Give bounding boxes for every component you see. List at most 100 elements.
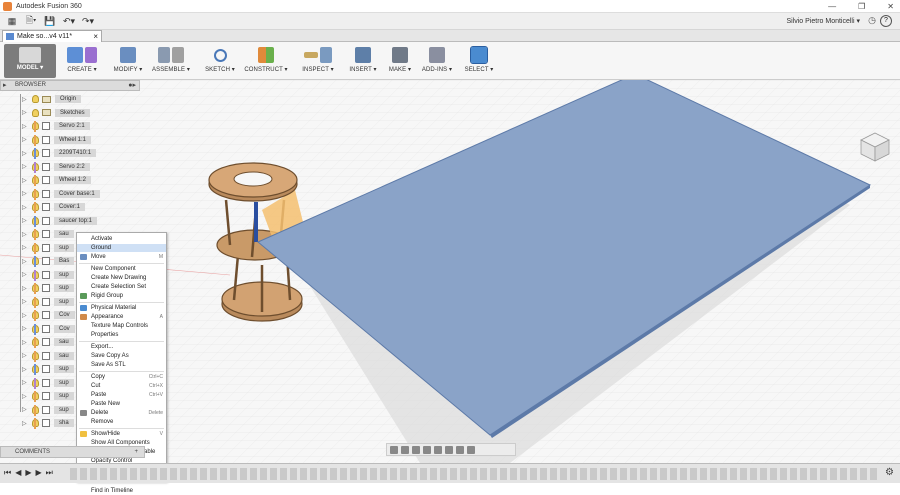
- browser-item[interactable]: ▷ sup: [22, 377, 74, 389]
- menu-item[interactable]: Paste New: [77, 400, 166, 408]
- insert-menu[interactable]: INSERT ▾: [346, 66, 380, 73]
- insert-group[interactable]: INSERT ▾: [346, 44, 380, 78]
- construct-menu[interactable]: CONSTRUCT ▾: [243, 66, 289, 73]
- menu-item[interactable]: Texture Map Controls: [77, 322, 166, 330]
- expand-arrow-icon[interactable]: ▷: [22, 379, 30, 386]
- expand-arrow-icon[interactable]: ▷: [22, 217, 30, 224]
- addins-group[interactable]: ADD-INS ▾: [420, 44, 454, 78]
- menu-item[interactable]: Remove: [77, 418, 166, 426]
- timeline-end-icon[interactable]: ⏭: [46, 468, 53, 478]
- menu-item[interactable]: Create Selection Set: [77, 283, 166, 291]
- expand-arrow-icon[interactable]: ▷: [22, 177, 30, 184]
- browser-item[interactable]: ▷ Origin: [22, 93, 82, 105]
- expand-arrow-icon[interactable]: ▷: [22, 406, 30, 413]
- browser-item[interactable]: ▷ Wheel 1:1: [22, 134, 92, 146]
- timeline-forward-icon[interactable]: ▶: [36, 468, 42, 478]
- look-at-icon[interactable]: [401, 445, 409, 454]
- expand-arrow-icon[interactable]: ▷: [22, 258, 30, 265]
- menu-item[interactable]: Copy Ctrl+C: [77, 373, 166, 381]
- visibility-bulb-icon[interactable]: [32, 108, 39, 117]
- browser-item[interactable]: ▷ sup: [22, 242, 74, 254]
- visibility-bulb-icon[interactable]: [32, 95, 39, 103]
- expand-arrow-icon[interactable]: ▷: [22, 204, 30, 211]
- browser-header[interactable]: ▸ BROWSER ●▸: [0, 80, 140, 91]
- browser-item[interactable]: ▷ sha: [22, 417, 74, 429]
- assemble-menu[interactable]: ASSEMBLE ▾: [150, 66, 192, 73]
- browser-item[interactable]: ▷ Servo 2:2: [22, 161, 90, 173]
- browser-item[interactable]: ▷ Cov: [22, 323, 75, 335]
- expand-arrow-icon[interactable]: ▷: [22, 231, 30, 238]
- expand-arrow-icon[interactable]: ▷: [22, 312, 30, 319]
- expand-arrow-icon[interactable]: ▷: [22, 163, 30, 170]
- menu-item[interactable]: Save As STL: [77, 361, 166, 369]
- modify-group[interactable]: MODIFY ▾: [110, 44, 146, 78]
- gear-icon[interactable]: ⚙: [885, 467, 894, 478]
- modify-menu[interactable]: MODIFY ▾: [110, 66, 146, 73]
- browser-item[interactable]: ▷ sau: [22, 350, 74, 362]
- expand-arrow-icon[interactable]: ▷: [22, 150, 30, 157]
- save-icon[interactable]: 💾: [43, 14, 57, 28]
- form-icon[interactable]: [85, 47, 97, 63]
- create-sketch-icon[interactable]: [213, 48, 227, 62]
- joint-icon[interactable]: [172, 47, 184, 63]
- expand-arrow-icon[interactable]: ▷: [22, 393, 30, 400]
- menu-item[interactable]: Find in Timeline: [77, 487, 166, 495]
- browser-item[interactable]: ▷ sup: [22, 282, 74, 294]
- menu-item[interactable]: Ground: [77, 244, 166, 252]
- sketch-group[interactable]: SKETCH ▾: [202, 44, 238, 78]
- browser-item[interactable]: ▷ sau: [22, 228, 74, 240]
- pan-icon[interactable]: [412, 445, 420, 454]
- expand-arrow-icon[interactable]: ▷: [22, 244, 30, 251]
- menu-item[interactable]: Delete Delete: [77, 409, 166, 417]
- select-group[interactable]: SELECT ▾: [462, 44, 496, 78]
- select-arrow-icon[interactable]: [470, 46, 488, 64]
- job-status-icon[interactable]: ◷: [868, 15, 876, 26]
- make-group[interactable]: MAKE ▾: [386, 44, 414, 78]
- new-component-icon[interactable]: [158, 47, 170, 63]
- browser-item[interactable]: ▷ sup: [22, 296, 74, 308]
- press-pull-icon[interactable]: [120, 47, 136, 63]
- inspect-menu[interactable]: INSPECT ▾: [298, 66, 338, 73]
- browser-item[interactable]: ▷ Cov: [22, 309, 75, 321]
- tab-close-icon[interactable]: ×: [93, 31, 98, 42]
- browser-options-icon[interactable]: ●▸: [128, 81, 136, 90]
- grid-icon[interactable]: ▦: [5, 14, 19, 28]
- browser-item[interactable]: ▷ Sketches: [22, 107, 90, 119]
- expand-arrow-icon[interactable]: ▷: [22, 136, 30, 143]
- menu-item[interactable]: Paste Ctrl+V: [77, 391, 166, 399]
- timeline-back-icon[interactable]: ◀: [15, 468, 21, 478]
- file-icon[interactable]: 🗎▾: [24, 14, 38, 28]
- menu-item[interactable]: Activate: [77, 235, 166, 243]
- restore-button[interactable]: ❐: [858, 0, 865, 13]
- select-menu[interactable]: SELECT ▾: [462, 66, 496, 73]
- redo-icon[interactable]: ↷▾: [81, 14, 95, 28]
- minimize-button[interactable]: —: [828, 0, 836, 13]
- zoom-icon[interactable]: [423, 445, 431, 454]
- browser-item[interactable]: ▷ sup: [22, 390, 74, 402]
- menu-item[interactable]: Properties: [77, 331, 166, 339]
- browser-item[interactable]: ▷ Servo 2:1: [22, 120, 90, 132]
- timeline-track[interactable]: [70, 468, 878, 480]
- create-group[interactable]: CREATE ▾: [62, 44, 102, 78]
- help-icon[interactable]: ?: [880, 15, 892, 27]
- browser-collapse-icon[interactable]: ▸: [3, 81, 7, 90]
- menu-item[interactable]: Rigid Group: [77, 292, 166, 300]
- expand-arrow-icon[interactable]: ▷: [22, 96, 30, 103]
- section-analysis-icon[interactable]: [320, 47, 332, 63]
- expand-arrow-icon[interactable]: ▷: [22, 366, 30, 373]
- browser-item[interactable]: ▷ sup: [22, 404, 74, 416]
- fit-icon[interactable]: [434, 445, 442, 454]
- 3d-print-icon[interactable]: [392, 47, 408, 63]
- inspect-group[interactable]: INSPECT ▾: [298, 44, 338, 78]
- browser-item[interactable]: ▷ sau: [22, 336, 74, 348]
- workspace-switcher[interactable]: MODEL ▾: [4, 44, 56, 78]
- create-menu[interactable]: CREATE ▾: [62, 66, 102, 73]
- expand-arrow-icon[interactable]: ▷: [22, 285, 30, 292]
- browser-item[interactable]: ▷ Bas: [22, 255, 75, 267]
- menu-item[interactable]: Move M: [77, 253, 166, 261]
- browser-item[interactable]: ▷ sup: [22, 363, 74, 375]
- user-menu[interactable]: Silvio Pietro Monticelli ▾: [786, 13, 860, 30]
- construct-group[interactable]: CONSTRUCT ▾: [243, 44, 289, 78]
- add-comment-icon[interactable]: +: [134, 447, 138, 457]
- expand-arrow-icon[interactable]: ▷: [22, 271, 30, 278]
